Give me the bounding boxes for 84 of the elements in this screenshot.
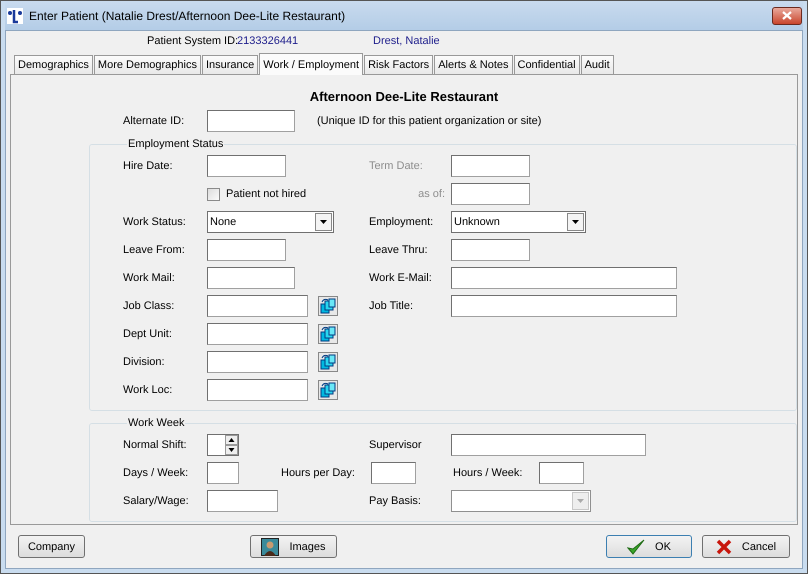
group-title: Employment Status [127, 138, 224, 150]
checkmark-icon [627, 538, 646, 554]
company-button[interactable]: Company [18, 535, 85, 558]
group-title: Work Week [127, 417, 186, 429]
dropdown-arrow-icon [572, 220, 579, 224]
tab[interactable]: Insurance [202, 55, 258, 74]
text-field[interactable] [371, 462, 416, 484]
field-label: Normal Shift: [123, 439, 187, 451]
text-field[interactable] [207, 239, 286, 261]
text-field[interactable] [451, 183, 530, 205]
person-icon [261, 538, 280, 556]
dropdown-field[interactable]: Unknown [451, 211, 586, 233]
checkbox[interactable] [207, 188, 220, 200]
field-label: Work Loc: [123, 384, 172, 396]
lookup-icon [320, 354, 336, 370]
text-field[interactable] [539, 462, 584, 484]
cancel-button[interactable]: Cancel [702, 535, 790, 558]
lookup-icon [320, 326, 336, 342]
field-label: Employment: [369, 216, 434, 228]
text-field[interactable] [207, 267, 295, 289]
dropdown-arrow-icon [577, 499, 584, 503]
field-label: Division: [123, 356, 165, 368]
field-label: Job Title: [369, 300, 414, 312]
lookup-button[interactable] [318, 296, 338, 316]
close-icon [716, 538, 732, 554]
lookup-icon [320, 298, 336, 314]
field-label: Hire Date: [123, 160, 173, 172]
field-label: Work Status: [123, 216, 186, 228]
text-field[interactable] [207, 323, 308, 345]
field-label: as of: [418, 188, 445, 200]
tab[interactable]: Work / Employment [259, 53, 364, 75]
text-field[interactable] [207, 110, 295, 132]
tab[interactable]: Demographics [14, 55, 93, 74]
text-field[interactable] [451, 295, 677, 317]
field-label: Term Date: [369, 160, 423, 172]
field-label: Hours per Day: [281, 467, 355, 479]
text-field[interactable] [207, 155, 286, 177]
field-label: Work E-Mail: [369, 272, 432, 284]
patient-id: 2133326441 [237, 35, 300, 47]
field-label: Hours / Week: [453, 467, 522, 479]
images-button[interactable]: Images [250, 535, 337, 558]
tab[interactable]: More Demographics [94, 55, 201, 74]
spin-up-icon[interactable] [225, 435, 238, 445]
hint-text: (Unique ID for this patient organization or site) [317, 115, 542, 127]
tab[interactable]: Confidential [514, 55, 580, 74]
dropdown-field[interactable]: None [207, 211, 334, 233]
lookup-icon [320, 382, 336, 398]
patient-name: Drest, Natalie [373, 35, 441, 47]
text-field[interactable] [207, 490, 278, 512]
tab[interactable]: Risk Factors [364, 55, 434, 74]
text-field[interactable] [207, 351, 308, 373]
field-label: Job Class: [123, 300, 174, 312]
field-label: Leave Thru: [369, 244, 428, 256]
window-title: Enter Patient (Natalie Drest/Afternoon Dee-Lite Restaurant) [29, 8, 346, 22]
field-label: Leave From: [123, 244, 185, 256]
text-field[interactable] [451, 434, 646, 456]
close-icon [782, 11, 792, 20]
field-label: Alternate ID: [123, 115, 184, 127]
field-label: Pay Basis: [369, 495, 421, 507]
text-field[interactable] [451, 267, 677, 289]
lookup-button[interactable] [318, 352, 338, 372]
field-label: Days / Week: [123, 467, 188, 479]
organization-heading: Afternoon Dee-Lite Restaurant [308, 89, 500, 104]
text-field[interactable] [451, 155, 530, 177]
field-label: Dept Unit: [123, 328, 172, 340]
text-field[interactable] [207, 379, 308, 401]
spin-field[interactable] [207, 434, 239, 456]
lookup-button[interactable] [318, 380, 338, 400]
checkbox-label[interactable]: Patient not hired [207, 188, 306, 200]
text-field[interactable] [207, 462, 239, 484]
field-label: Salary/Wage: [123, 495, 189, 507]
field-label: Supervisor [369, 439, 422, 451]
text-field[interactable] [451, 239, 530, 261]
lookup-button[interactable] [318, 324, 338, 344]
tab[interactable]: Audit [580, 55, 614, 74]
ok-button[interactable]: OK [606, 535, 692, 558]
tab[interactable]: Alerts & Notes [434, 55, 512, 74]
dropdown-arrow-icon [320, 220, 327, 224]
app-icon [7, 8, 23, 24]
field-label: Patient System ID: [147, 35, 237, 47]
text-field[interactable] [207, 295, 308, 317]
close-button[interactable] [772, 6, 802, 24]
field-label: Work Mail: [123, 272, 175, 284]
spin-down-icon[interactable] [225, 445, 238, 455]
